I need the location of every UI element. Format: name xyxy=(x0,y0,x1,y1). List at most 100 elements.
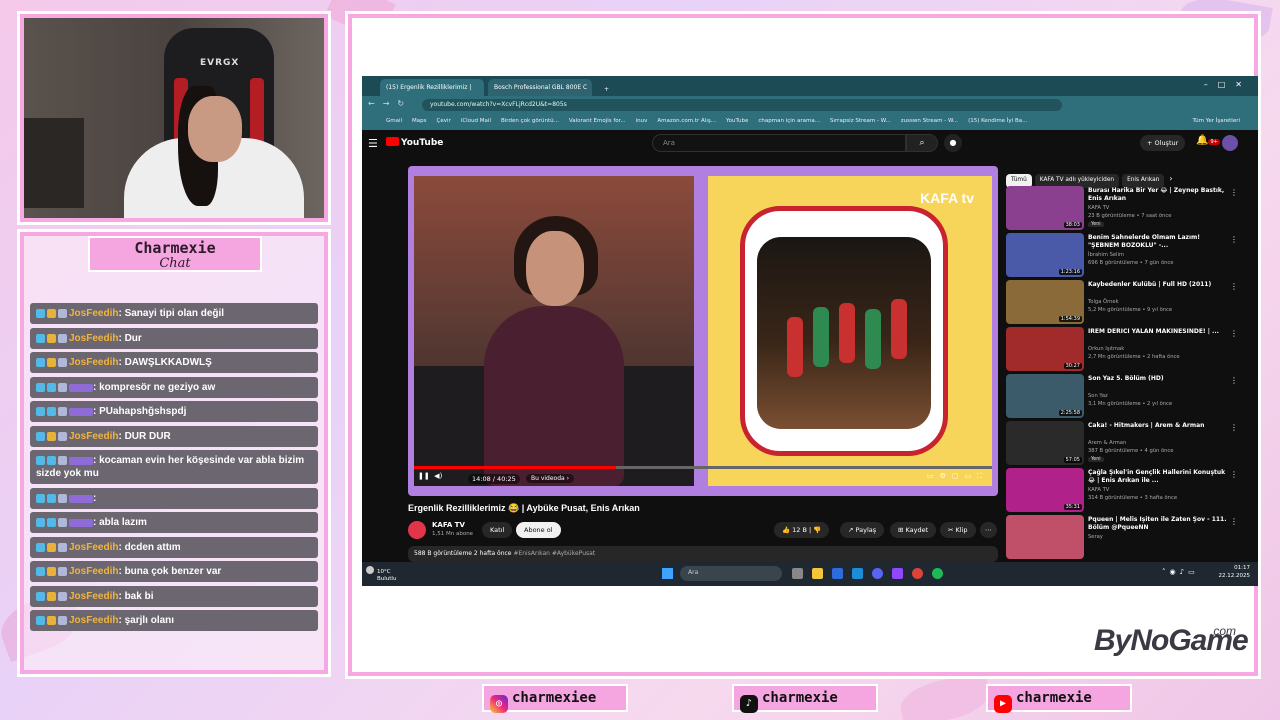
twitch-icon[interactable] xyxy=(892,568,903,579)
more-options-icon[interactable]: ⋮ xyxy=(1230,376,1238,385)
bookmark-item[interactable]: zusswn Stream - W... xyxy=(901,118,958,124)
recommended-title[interactable]: Son Yaz 5. Bölüm (HD) xyxy=(1088,375,1228,383)
task-view-icon[interactable] xyxy=(792,568,803,579)
chat-username[interactable]: JosFeedih xyxy=(69,431,118,442)
chat-username[interactable]: JosFeedih xyxy=(69,357,118,368)
recommended-channel[interactable]: KAFA TV xyxy=(1088,205,1109,211)
share-button[interactable]: ↗ Paylaş xyxy=(840,522,885,538)
recommended-video[interactable]: 57:05 Caka! - Hitmakers | Arem & Arman Are… xyxy=(1006,421,1246,465)
recommended-title[interactable]: Burası Harika Bir Yer 😂 | Zeynep Bastık,… xyxy=(1088,187,1228,202)
recommended-video[interactable]: 38:03 Burası Harika Bir Yer 😂 | Zeynep Ba… xyxy=(1006,186,1246,230)
recommended-channel[interactable]: İbrahim Selim xyxy=(1088,252,1124,258)
youtube-search-input[interactable]: Ara xyxy=(652,134,906,152)
subscribe-button[interactable]: Abone ol xyxy=(516,522,561,538)
like-button[interactable]: 👍 12 B | 👎 xyxy=(774,522,830,538)
browser-tab[interactable]: Bosch Professional GBL 800E C xyxy=(488,79,592,96)
browser-tab[interactable]: (15) Ergenlik Rezilliklerimiz | xyxy=(380,79,484,96)
chrome-icon[interactable] xyxy=(912,568,923,579)
recommended-channel[interactable]: Son Yaz xyxy=(1088,393,1108,399)
file-explorer-icon[interactable] xyxy=(812,568,823,579)
chat-username[interactable]: JosFeedih xyxy=(69,566,118,577)
chat-username[interactable] xyxy=(69,494,93,503)
bookmark-item[interactable]: Gmail xyxy=(386,118,402,124)
video-chapter-button[interactable]: Bu videoda › xyxy=(526,474,575,483)
recommended-channel[interactable]: Orkun Işıtmak xyxy=(1088,346,1124,352)
recommended-title[interactable]: Çağla Şıkel'in Gençlik Hallerini Konuştu… xyxy=(1088,469,1228,484)
bookmark-item[interactable]: chapman için arama... xyxy=(758,118,820,124)
recommended-title[interactable]: İREM DERİCİ YALAN MAKİNESİNDE! | ... xyxy=(1088,328,1228,336)
system-tray-icons[interactable]: ˄◉♪▭ xyxy=(1162,568,1199,576)
clock[interactable]: 01:17 22.12.2025 xyxy=(1219,565,1251,580)
video-thumbnail[interactable]: 35:31 xyxy=(1006,468,1084,512)
chat-username[interactable]: JosFeedih xyxy=(69,333,118,344)
discord-icon[interactable] xyxy=(872,568,883,579)
recommended-video[interactable]: 2:25:58 Son Yaz 5. Bölüm (HD) Son Yaz 3,1 M… xyxy=(1006,374,1246,418)
all-bookmarks-link[interactable]: Tüm Yer İşaretleri xyxy=(1193,118,1240,124)
hamburger-menu-icon[interactable]: ☰ xyxy=(368,137,378,150)
more-options-icon[interactable]: ⋮ xyxy=(1230,235,1238,244)
chat-username[interactable] xyxy=(69,518,93,527)
search-icon[interactable]: ⌕ xyxy=(906,134,938,152)
video-thumbnail[interactable]: 1:23:16 xyxy=(1006,233,1084,277)
description-tags[interactable]: #EnisArıkan #AybükePusat xyxy=(513,550,595,557)
recommended-video[interactable]: 1:23:16 Benim Sahnelerde Olmam Lazım! "ŞE… xyxy=(1006,233,1246,277)
video-progress-bar[interactable] xyxy=(414,466,992,469)
more-options-icon[interactable]: ⋮ xyxy=(1230,517,1238,526)
more-options-icon[interactable]: ⋮ xyxy=(1230,282,1238,291)
url-input[interactable]: youtube.com/watch?v=XcvFLjRcd2U&t=805s xyxy=(422,99,1062,111)
bookmark-item[interactable]: (15) Kendime İyi Ba... xyxy=(968,118,1027,124)
chat-username[interactable]: JosFeedih xyxy=(69,308,118,319)
clip-button[interactable]: ✂ Klip xyxy=(940,522,976,538)
recommended-title[interactable]: Pqueen | Melis İşiten ile Zaten Şov - 11… xyxy=(1088,516,1228,531)
bookmark-item[interactable]: Valorant Emojis for... xyxy=(569,118,626,124)
chat-username[interactable]: JosFeedih xyxy=(69,542,118,553)
chevron-right-icon[interactable]: › xyxy=(1169,174,1172,183)
chat-username[interactable] xyxy=(69,407,93,416)
video-description[interactable]: 588 B görüntüleme 2 hafta önce #EnisArık… xyxy=(408,546,998,562)
video-thumbnail[interactable]: 38:03 xyxy=(1006,186,1084,230)
window-controls[interactable]: –□✕ xyxy=(1204,80,1252,89)
recommended-channel[interactable]: Seray xyxy=(1088,534,1103,540)
player-settings-icons[interactable]: ▭⚙▢▭⛶ xyxy=(927,472,988,481)
weather-widget[interactable]: 10°C Bulutlu xyxy=(366,566,396,583)
channel-name[interactable]: KAFA TV xyxy=(432,521,465,529)
recommended-channel[interactable]: KAFA TV xyxy=(1088,487,1109,493)
microphone-icon[interactable]: ● xyxy=(944,134,962,152)
bookmark-item[interactable]: Birden çok görüntü... xyxy=(501,118,559,124)
recommended-channel[interactable]: Arem & Arman xyxy=(1088,440,1126,446)
more-options-icon[interactable]: ⋮ xyxy=(1230,188,1238,197)
steam-icon[interactable] xyxy=(852,568,863,579)
more-actions-icon[interactable]: ⋯ xyxy=(980,522,997,538)
windows-start-icon[interactable] xyxy=(662,568,673,579)
video-thumbnail[interactable]: 2:25:58 xyxy=(1006,374,1084,418)
channel-avatar[interactable] xyxy=(408,521,426,539)
bookmark-item[interactable]: Çevir xyxy=(437,118,451,124)
chat-username[interactable]: JosFeedih xyxy=(69,615,118,626)
nav-arrows-icon[interactable]: ←→↻ xyxy=(368,99,412,108)
chat-username[interactable]: JosFeedih xyxy=(69,591,118,602)
video-player[interactable]: KAFA tv ❚❚ ◀) 14:08 / 40:25 Bu videoda ›… xyxy=(408,166,998,496)
bookmark-item[interactable]: Amazon.com.tr Alış... xyxy=(657,118,716,124)
more-options-icon[interactable]: ⋮ xyxy=(1230,423,1238,432)
more-options-icon[interactable]: ⋮ xyxy=(1230,329,1238,338)
recommended-title[interactable]: Caka! - Hitmakers | Arem & Arman xyxy=(1088,422,1228,430)
notification-bell-icon[interactable]: 🔔 9+ xyxy=(1196,135,1220,146)
video-thumbnail[interactable] xyxy=(1006,515,1084,559)
youtube-logo[interactable]: YouTube xyxy=(386,137,443,148)
chat-username[interactable] xyxy=(69,383,93,392)
taskbar-search-input[interactable]: Ara xyxy=(680,566,782,581)
recommended-video[interactable]: 1:54:39 Kaybedenler Kulübü | Full HD (201… xyxy=(1006,280,1246,324)
video-thumbnail[interactable]: 1:54:39 xyxy=(1006,280,1084,324)
bookmark-item[interactable]: iCloud Mail xyxy=(461,118,491,124)
save-button[interactable]: ⊞ Kaydet xyxy=(890,522,937,538)
recommended-video[interactable]: Pqueen | Melis İşiten ile Zaten Şov - 11… xyxy=(1006,515,1246,559)
store-icon[interactable] xyxy=(832,568,843,579)
bookmark-item[interactable]: inuv xyxy=(636,118,648,124)
create-button[interactable]: + Oluştur xyxy=(1140,135,1186,151)
chat-username[interactable] xyxy=(69,456,93,465)
spotify-icon[interactable] xyxy=(932,568,943,579)
video-thumbnail[interactable]: 30:27 xyxy=(1006,327,1084,371)
recommended-video[interactable]: 30:27 İREM DERİCİ YALAN MAKİNESİNDE! | ..… xyxy=(1006,327,1246,371)
recommended-title[interactable]: Kaybedenler Kulübü | Full HD (2011) xyxy=(1088,281,1228,289)
recommended-channel[interactable]: Tolga Örnek xyxy=(1088,299,1119,305)
